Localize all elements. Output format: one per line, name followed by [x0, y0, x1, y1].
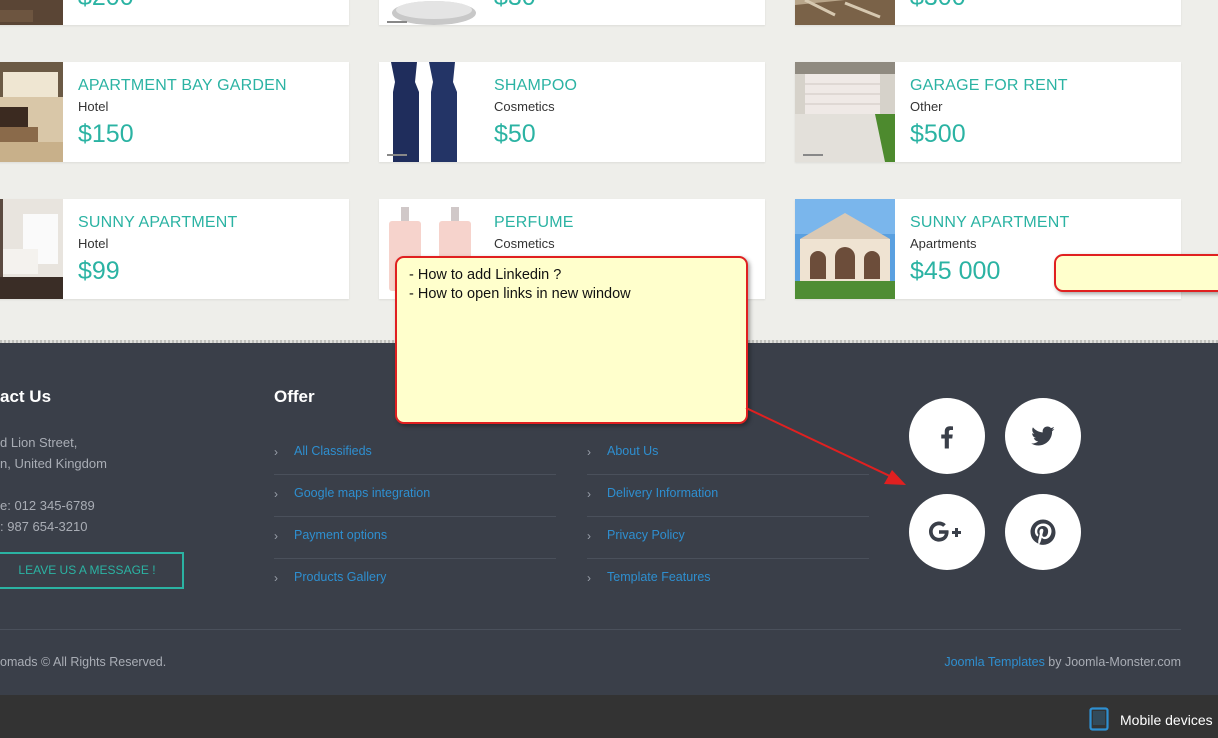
annotation-arrow [745, 407, 906, 485]
